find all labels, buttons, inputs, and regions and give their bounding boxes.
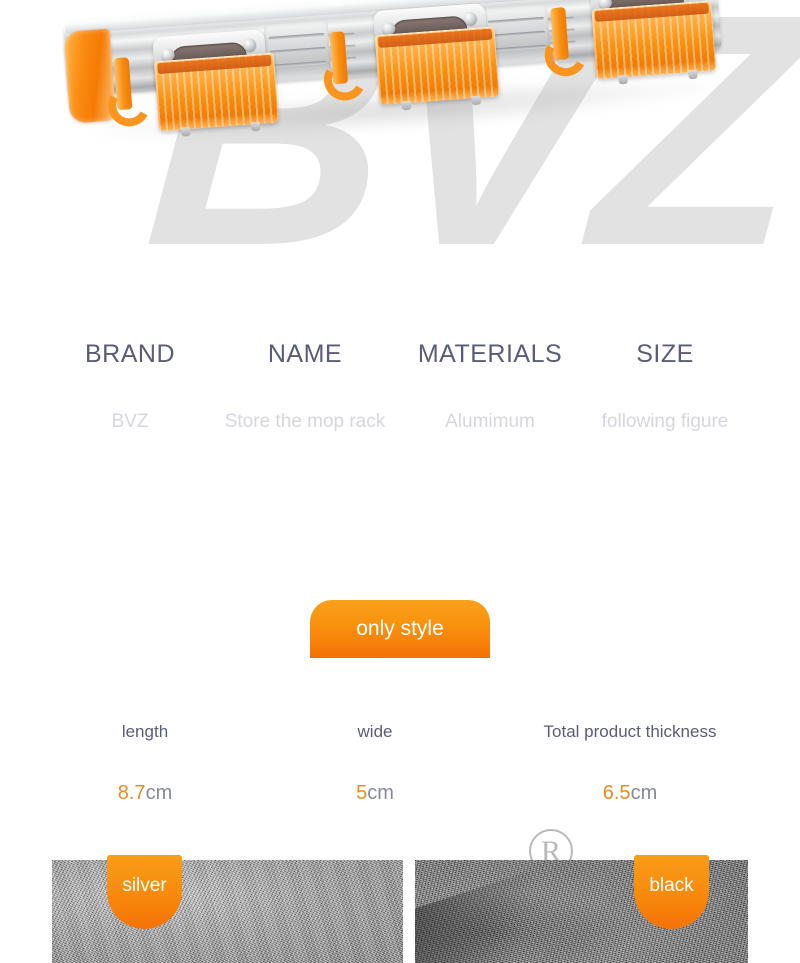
color-badge-black[interactable]: black	[634, 855, 709, 929]
dimension-wide: wide 5cm	[260, 722, 490, 805]
spec-value-materials: Alumimum	[445, 411, 535, 432]
spec-header-materials-label: MATERIALS	[417, 340, 563, 368]
slot-line	[487, 16, 545, 24]
spec-header-row: BRAND BVZ NAME Store the mop rack MATERI…	[50, 340, 750, 433]
slot-line	[269, 46, 326, 54]
spec-value-brand: BVZ	[111, 411, 149, 432]
silver-texture	[52, 860, 403, 963]
clamp-foot	[471, 95, 482, 106]
color-options-section: silver black	[0, 855, 800, 963]
dimension-wide-number: 5	[356, 782, 368, 804]
spec-header-name-label: NAME	[267, 340, 343, 368]
dimension-thickness-unit: cm	[630, 782, 658, 804]
dimension-length: length 8.7cm	[30, 722, 260, 805]
specification-table: BRAND BVZ NAME Store the mop rack MATERI…	[0, 340, 800, 433]
hero-product-image: BVZ	[0, 0, 800, 320]
spec-header-size: SIZE following figure	[580, 340, 750, 433]
slot-line	[270, 60, 327, 68]
spec-value-size: following figure	[601, 411, 729, 432]
mop-clamp-holder	[154, 52, 279, 137]
spec-header-size-label: SIZE	[636, 340, 694, 368]
color-swatch-silver[interactable]	[52, 860, 403, 963]
dimension-thickness-label: Total product thickness	[543, 722, 717, 741]
mop-clamp-holder	[374, 26, 500, 111]
slot-line	[488, 30, 546, 38]
dimension-wide-unit: cm	[367, 782, 394, 804]
dimension-length-unit: cm	[145, 782, 173, 804]
clamp-foot	[401, 100, 412, 111]
dimension-length-value: 8.7cm	[30, 782, 260, 805]
color-badge-silver[interactable]: silver	[107, 855, 182, 929]
dimension-length-number: 8.7	[117, 782, 146, 804]
clamp-foot	[688, 69, 698, 80]
spec-header-materials: MATERIALS Alumimum	[400, 340, 580, 433]
style-section: only style	[0, 600, 800, 658]
housing-bolt	[242, 37, 257, 52]
dimension-wide-label: wide	[357, 722, 393, 741]
only-style-button[interactable]: only style	[310, 600, 490, 658]
dimension-thickness: Total product thickness 6.5cm	[490, 722, 770, 805]
slot-line	[268, 32, 325, 40]
mop-clamp-holder	[591, 0, 717, 85]
dimensions-table: length 8.7cm wide 5cm Total product thic…	[0, 722, 800, 805]
dimension-thickness-value: 6.5cm	[490, 782, 770, 805]
spec-header-brand-label: BRAND	[84, 340, 175, 368]
spec-value-name: Store the mop rack	[224, 411, 386, 432]
slot-line	[489, 44, 547, 52]
clamp-foot	[618, 74, 628, 85]
clamp-foot	[180, 126, 191, 137]
dimension-thickness-number: 6.5	[602, 782, 631, 804]
clamp-foot	[250, 121, 261, 132]
dimension-wide-value: 5cm	[260, 782, 490, 805]
dimension-length-label: length	[121, 722, 169, 741]
spec-header-brand: BRAND BVZ	[50, 340, 210, 433]
dimensions-row: length 8.7cm wide 5cm Total product thic…	[30, 722, 770, 805]
housing-bolt	[463, 11, 478, 26]
spec-header-name: NAME Store the mop rack	[210, 340, 400, 433]
product-detail-page: BVZ BRAND BVZ NAME Store the mop rack MA…	[0, 0, 800, 963]
